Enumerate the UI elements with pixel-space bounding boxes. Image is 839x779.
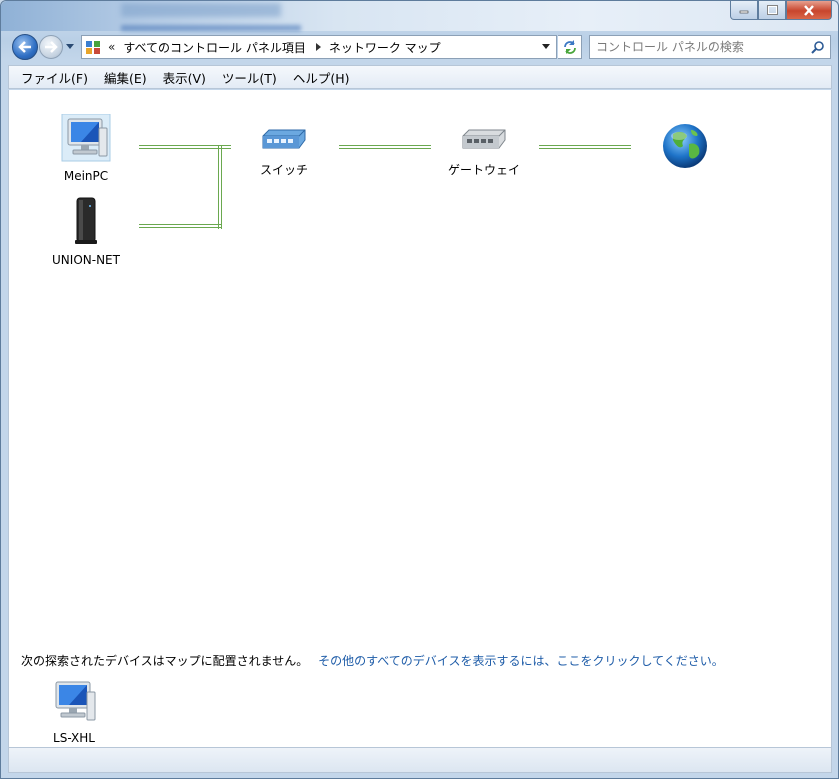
back-button[interactable] (12, 34, 38, 60)
computer-icon (55, 681, 96, 721)
search-icon[interactable] (811, 40, 825, 54)
caption-buttons (730, 1, 832, 20)
menu-edit[interactable]: 編集(E) (96, 68, 155, 87)
control-panel-icon (86, 41, 100, 54)
map-node-switch[interactable]: スイッチ (251, 126, 317, 178)
map-node-union-net[interactable]: UNION-NET (43, 196, 129, 267)
breadcrumb-network-map[interactable]: ネットワーク マップ (329, 39, 441, 56)
navigation-bar: « すべてのコントロール パネル項目 ネットワーク マップ (1, 31, 838, 63)
network-map-area: MeinPC UNION-NET スイッチ ゲートウェイ 次の探索されたデバイス… (8, 90, 832, 747)
show-all-devices-link[interactable]: その他のすべてのデバイスを表示するには、ここをクリックしてください。 (318, 654, 724, 668)
menu-tools[interactable]: ツール(T) (214, 68, 285, 87)
unplaced-device-ls-xhl[interactable]: LS-XHL (41, 680, 107, 745)
gateway-icon (462, 129, 506, 149)
map-node-internet[interactable] (659, 122, 711, 177)
map-node-meinpc[interactable]: MeinPC (49, 113, 123, 183)
map-node-gateway[interactable]: ゲートウェイ (441, 126, 527, 178)
menu-bar: ファイル(F) 編集(E) 表示(V) ツール(T) ヘルプ(H) (8, 65, 832, 89)
menu-file[interactable]: ファイル(F) (13, 68, 96, 87)
device-label: LS-XHL (53, 731, 95, 745)
node-label: ゲートウェイ (447, 163, 520, 177)
status-bar (8, 747, 832, 773)
address-bar[interactable]: « すべてのコントロール パネル項目 ネットワーク マップ (81, 35, 557, 59)
forward-button[interactable] (39, 35, 63, 59)
recent-pages-dropdown-icon[interactable] (66, 42, 74, 50)
unplaced-message: 次の探索されたデバイスはマップに配置されません。 (21, 654, 309, 668)
search-box[interactable] (589, 35, 831, 59)
computer-icon (61, 113, 111, 162)
search-input[interactable] (596, 39, 796, 55)
refresh-icon (563, 40, 576, 54)
title-bar[interactable] (1, 1, 838, 31)
connector-line (339, 145, 431, 149)
maximize-icon (766, 5, 778, 15)
window: « すべてのコントロール パネル項目 ネットワーク マップ ファイル(F) 編集… (0, 0, 839, 779)
breadcrumb-overflow[interactable]: « (108, 40, 115, 54)
minimize-button[interactable] (730, 1, 758, 20)
connector-line (218, 145, 222, 229)
close-icon (804, 4, 814, 16)
minimize-icon (739, 10, 749, 14)
blurred-title (121, 3, 281, 17)
breadcrumb-all-control-panel[interactable]: すべてのコントロール パネル項目 (123, 39, 306, 56)
refresh-button[interactable] (558, 35, 582, 59)
connector-line (139, 145, 221, 149)
server-icon (75, 197, 97, 244)
internet-globe-icon (663, 124, 707, 168)
menu-view[interactable]: 表示(V) (155, 68, 214, 87)
node-label: MeinPC (63, 169, 109, 183)
address-dropdown-icon[interactable] (542, 44, 550, 49)
connector-line (539, 145, 631, 149)
connector-line (221, 145, 231, 149)
unplaced-devices-note: 次の探索されたデバイスはマップに配置されません。 その他のすべてのデバイスを表示… (21, 652, 724, 669)
breadcrumb-separator-icon[interactable] (315, 43, 321, 51)
switch-icon (262, 129, 306, 149)
node-label: UNION-NET (52, 253, 120, 267)
maximize-button[interactable] (758, 1, 786, 20)
menu-help[interactable]: ヘルプ(H) (285, 68, 358, 87)
node-label: スイッチ (259, 163, 308, 177)
close-button[interactable] (786, 1, 832, 20)
arrow-left-icon (18, 41, 31, 53)
connector-line (139, 224, 221, 228)
arrow-right-icon (45, 41, 58, 53)
